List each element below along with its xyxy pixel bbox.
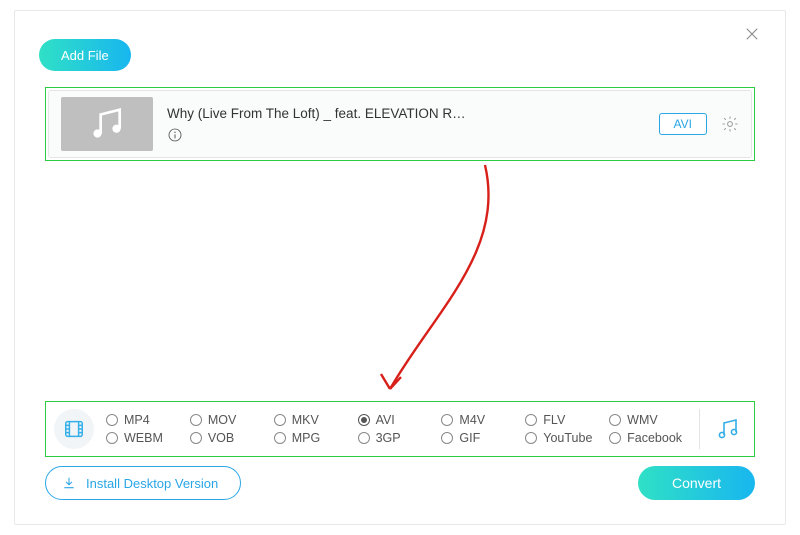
add-file-button[interactable]: Add File: [39, 39, 131, 71]
radio-dot-icon: [274, 432, 286, 444]
music-icon: [716, 417, 740, 441]
radio-dot-icon: [190, 414, 202, 426]
radio-dot-icon: [525, 414, 537, 426]
convert-button[interactable]: Convert: [638, 466, 755, 500]
format-label: FLV: [543, 413, 565, 427]
format-option-mp4[interactable]: MP4: [106, 413, 186, 427]
format-option-mpg[interactable]: MPG: [274, 431, 354, 445]
format-label: 3GP: [376, 431, 401, 445]
file-thumbnail[interactable]: [61, 97, 153, 151]
radio-dot-icon: [274, 414, 286, 426]
gear-icon[interactable]: [721, 115, 739, 133]
close-button[interactable]: [743, 25, 767, 49]
format-option-mkv[interactable]: MKV: [274, 413, 354, 427]
radio-dot-icon: [609, 414, 621, 426]
format-option-webm[interactable]: WEBM: [106, 431, 186, 445]
format-option-youtube[interactable]: YouTube: [525, 431, 605, 445]
format-grid: MP4 MOV MKV AVI M4V FLV WMV WEBM VOB MPG 3GP GIF You…: [106, 413, 689, 445]
format-label: MOV: [208, 413, 236, 427]
format-label: MKV: [292, 413, 319, 427]
format-option-flv[interactable]: FLV: [525, 413, 605, 427]
close-icon: [743, 25, 761, 43]
file-meta: Why (Live From The Loft) _ feat. ELEVATI…: [167, 106, 659, 143]
format-label: VOB: [208, 431, 234, 445]
radio-dot-icon: [525, 432, 537, 444]
radio-dot-icon: [358, 432, 370, 444]
radio-dot-icon: [358, 414, 370, 426]
install-desktop-button[interactable]: Install Desktop Version: [45, 466, 241, 500]
format-label: AVI: [376, 413, 395, 427]
format-label: WEBM: [124, 431, 163, 445]
format-label: WMV: [627, 413, 658, 427]
music-note-icon: [88, 105, 126, 143]
radio-dot-icon: [441, 414, 453, 426]
format-option-m4v[interactable]: M4V: [441, 413, 521, 427]
format-label: YouTube: [543, 431, 592, 445]
radio-dot-icon: [441, 432, 453, 444]
footer-left: Install Desktop Version: [45, 466, 241, 500]
film-icon: [63, 418, 85, 440]
formats-panel: MP4 MOV MKV AVI M4V FLV WMV WEBM VOB MPG 3GP GIF You…: [48, 404, 752, 454]
radio-dot-icon: [190, 432, 202, 444]
format-option-facebook[interactable]: Facebook: [609, 431, 689, 445]
format-label: Facebook: [627, 431, 682, 445]
file-row-highlight: Why (Live From The Loft) _ feat. ELEVATI…: [45, 87, 755, 161]
output-format-badge[interactable]: AVI: [659, 113, 707, 135]
format-option-wmv[interactable]: WMV: [609, 413, 689, 427]
info-icon[interactable]: [167, 127, 183, 143]
formats-panel-highlight: MP4 MOV MKV AVI M4V FLV WMV WEBM VOB MPG 3GP GIF You…: [45, 401, 755, 457]
format-option-gif[interactable]: GIF: [441, 431, 521, 445]
audio-tab[interactable]: [710, 411, 746, 447]
format-label: M4V: [459, 413, 485, 427]
app-window: Add File Why (Live From The Loft) _ feat…: [14, 10, 786, 525]
format-label: GIF: [459, 431, 480, 445]
format-option-mov[interactable]: MOV: [190, 413, 270, 427]
format-option-3gp[interactable]: 3GP: [358, 431, 438, 445]
file-title: Why (Live From The Loft) _ feat. ELEVATI…: [167, 106, 659, 121]
radio-dot-icon: [609, 432, 621, 444]
annotation-arrow: [265, 161, 565, 411]
download-icon: [62, 476, 76, 490]
radio-dot-icon: [106, 432, 118, 444]
format-label: MP4: [124, 413, 150, 427]
file-row: Why (Live From The Loft) _ feat. ELEVATI…: [48, 90, 752, 158]
video-tab[interactable]: [54, 409, 94, 449]
format-option-vob[interactable]: VOB: [190, 431, 270, 445]
format-option-avi[interactable]: AVI: [358, 413, 438, 427]
format-label: MPG: [292, 431, 320, 445]
separator: [699, 409, 700, 449]
radio-dot-icon: [106, 414, 118, 426]
install-desktop-label: Install Desktop Version: [86, 476, 218, 491]
